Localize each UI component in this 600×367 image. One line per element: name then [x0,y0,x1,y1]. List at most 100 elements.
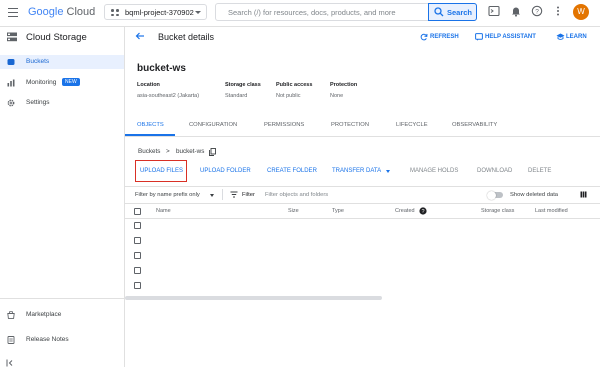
learn-button[interactable]: LEARN [566,34,587,40]
logo-cloud-text: Cloud [66,6,96,18]
menu-icon[interactable] [8,8,18,17]
manage-holds-button[interactable]: MANAGE HOLDS [410,168,458,174]
top-bar: Google Cloud bqml-project-370902 Search … [0,0,600,27]
learn-icon[interactable] [556,33,565,41]
tab-bar: OBJECTS CONFIGURATION PERMISSIONS PROTEC… [125,118,600,137]
new-badge: NEW [62,78,80,86]
sidebar-item-label: Monitoring [26,79,57,86]
row-checkbox[interactable] [134,267,141,274]
page-header: Bucket details REFRESH HELP ASSISTANT LE… [125,27,600,45]
active-tab-indicator [125,134,175,136]
sidebar-item-monitoring[interactable]: Monitoring NEW [0,76,124,90]
sidebar-item-release-notes[interactable]: Release Notes [0,333,124,347]
marketplace-icon [7,311,15,319]
show-deleted-label: Show deleted data [510,192,559,198]
table-row [125,279,600,294]
breadcrumb-current: bucket-ws [176,148,205,155]
column-size[interactable]: Size [288,208,299,214]
tab-permissions[interactable]: PERMISSIONS [264,122,304,128]
search-icon [434,7,444,17]
page-title: Bucket details [158,32,215,42]
row-checkbox[interactable] [134,237,141,244]
sidebar-title: Cloud Storage [26,32,87,43]
refresh-icon[interactable] [420,33,428,41]
breadcrumb-separator: > [166,148,170,155]
search-button[interactable]: Search [428,3,477,21]
download-button[interactable]: DOWNLOAD [477,168,512,174]
tab-objects[interactable]: OBJECTS [137,122,164,128]
create-folder-button[interactable]: CREATE FOLDER [267,168,317,174]
meta-protection-label: Protection [330,82,358,88]
search-placeholder: Search (/) for resources, docs, products… [228,8,396,17]
tab-configuration[interactable]: CONFIGURATION [189,122,237,128]
row-checkbox[interactable] [134,222,141,229]
sidebar-item-marketplace[interactable]: Marketplace [0,308,124,322]
column-type[interactable]: Type [332,208,344,214]
horizontal-scrollbar[interactable] [125,296,382,300]
logo-google-text: Google [28,6,64,18]
table-row [125,234,600,249]
main-content: Bucket details REFRESH HELP ASSISTANT LE… [125,27,600,367]
breadcrumb-buckets[interactable]: Buckets [138,148,160,155]
google-cloud-logo[interactable]: Google Cloud [28,6,95,18]
upload-files-button[interactable]: UPLOAD FILES [140,168,183,174]
gear-icon [7,99,15,107]
tab-lifecycle[interactable]: LIFECYCLE [396,122,428,128]
monitoring-chart-icon [7,79,15,87]
refresh-button[interactable]: REFRESH [430,34,459,40]
help-icon[interactable]: ? [531,5,543,17]
help-assistant-button[interactable]: HELP ASSISTANT [485,34,536,40]
row-checkbox[interactable] [134,282,141,289]
help-circle-icon[interactable]: ? [419,207,427,215]
transfer-dropdown-icon [386,170,390,173]
release-notes-icon [7,336,15,344]
meta-location-label: Location [137,82,160,88]
sidebar-item-buckets[interactable]: Buckets [0,55,124,69]
chevron-down-icon [195,11,201,14]
show-deleted-toggle[interactable] [487,190,503,200]
more-vert-icon[interactable] [552,5,564,17]
filter-icon [230,191,238,198]
back-arrow-icon[interactable] [135,31,145,41]
transfer-data-button[interactable]: TRANSFER DATA [332,168,381,174]
column-created[interactable]: Created [395,208,415,214]
filter-prefix-select[interactable]: Filter by name prefix only [135,192,200,198]
column-last-modified[interactable]: Last modified [535,208,568,214]
sidebar: Cloud Storage Buckets Monitoring NEW Set… [0,27,125,367]
table-header: Name Size Type Created ? Storage class L… [125,205,600,219]
sidebar-item-label: Buckets [26,58,50,65]
upload-folder-button[interactable]: UPLOAD FOLDER [200,168,251,174]
filter-label: Filter [242,192,255,198]
delete-button[interactable]: DELETE [528,168,551,174]
sidebar-item-label: Marketplace [26,311,62,318]
bucket-icon [7,59,15,65]
meta-location-value: asia-southeast2 (Jakarta) [137,93,200,99]
copy-icon[interactable] [209,148,216,156]
svg-text:?: ? [421,209,424,215]
table-row [125,264,600,279]
collapse-sidebar-icon[interactable] [6,359,14,367]
project-dots-icon [111,9,119,16]
tab-protection[interactable]: PROTECTION [331,122,369,128]
column-name[interactable]: Name [156,208,171,214]
notifications-bell-icon[interactable] [510,5,522,17]
table-row [125,219,600,234]
project-picker[interactable]: bqml-project-370902 [104,4,207,20]
filter-row: Filter by name prefix only Filter Filter… [125,186,600,204]
sidebar-item-settings[interactable]: Settings [0,96,124,110]
column-display-icon[interactable] [580,191,587,198]
select-all-checkbox[interactable] [134,208,141,215]
meta-public-access-label: Public access [276,82,313,88]
meta-storage-class-label: Storage class [225,82,261,88]
chevron-down-icon [210,194,214,197]
help-assistant-icon[interactable] [475,33,483,41]
cloud-shell-icon[interactable] [488,5,500,17]
project-name: bqml-project-370902 [125,8,194,17]
column-storage-class[interactable]: Storage class [481,208,514,214]
meta-public-access-value: Not public [276,93,301,99]
filter-input[interactable]: Filter objects and folders [265,192,328,198]
row-checkbox[interactable] [134,252,141,259]
avatar[interactable]: W [573,4,589,20]
svg-text:?: ? [535,8,539,15]
tab-observability[interactable]: OBSERVABILITY [452,122,497,128]
